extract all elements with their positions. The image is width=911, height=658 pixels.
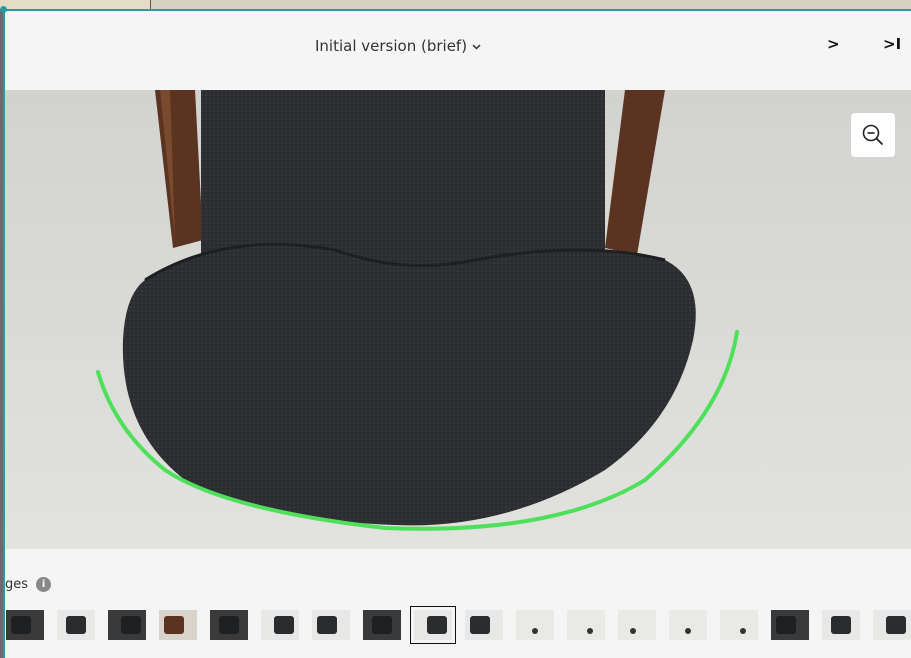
resize-handle[interactable] xyxy=(0,6,7,13)
thumbnail-chair-top-selected[interactable] xyxy=(410,606,456,644)
zoom-out-button[interactable] xyxy=(851,113,895,157)
thumbnail-chair-back-dark[interactable] xyxy=(108,610,146,640)
thumbnail-list xyxy=(6,606,911,644)
thumbnail-room-empty-3[interactable] xyxy=(720,610,758,640)
thumbnail-chair-lying[interactable] xyxy=(822,610,860,640)
images-section-label: ges xyxy=(5,577,29,592)
version-label: Initial version (brief) xyxy=(315,37,468,55)
thumbnail-chair-front-light[interactable] xyxy=(57,610,95,640)
zoom-out-icon xyxy=(862,124,883,145)
info-icon[interactable]: i xyxy=(36,577,52,592)
thumbnail-chair-side-dark-bg[interactable] xyxy=(6,610,44,640)
thumbnail-room-empty-1[interactable] xyxy=(516,610,554,640)
main-image[interactable] xyxy=(5,90,911,549)
images-label-row: ges i xyxy=(5,577,52,592)
images-strip: ges i xyxy=(5,549,911,658)
version-dropdown[interactable]: Initial version (brief) xyxy=(315,35,481,57)
image-viewer-modal: Initial version (brief) > >I ges i xyxy=(3,9,911,658)
thumbnail-chair-leaning[interactable] xyxy=(312,610,350,640)
thumbnail-chair-side-angle[interactable] xyxy=(261,610,299,640)
next-image-button[interactable]: > xyxy=(827,35,840,53)
last-image-button[interactable]: >I xyxy=(883,35,901,53)
thumbnail-room-chair-left[interactable] xyxy=(669,610,707,640)
thumbnail-chair-front-dark[interactable] xyxy=(363,610,401,640)
thumbnail-chair-back-angle[interactable] xyxy=(465,610,503,640)
thumbnail-room-chair-small[interactable] xyxy=(567,610,605,640)
thumbnail-chair-top-dark[interactable] xyxy=(210,610,248,640)
chair-photo xyxy=(5,90,911,549)
viewer-header: Initial version (brief) > >I xyxy=(5,11,911,90)
thumbnail-chair-side-wood[interactable] xyxy=(159,610,197,640)
chevron-down-icon xyxy=(472,42,481,53)
thumbnail-chair-edge[interactable] xyxy=(873,610,911,640)
thumbnail-chair-side-dark[interactable] xyxy=(771,610,809,640)
thumbnail-room-empty-2[interactable] xyxy=(618,610,656,640)
